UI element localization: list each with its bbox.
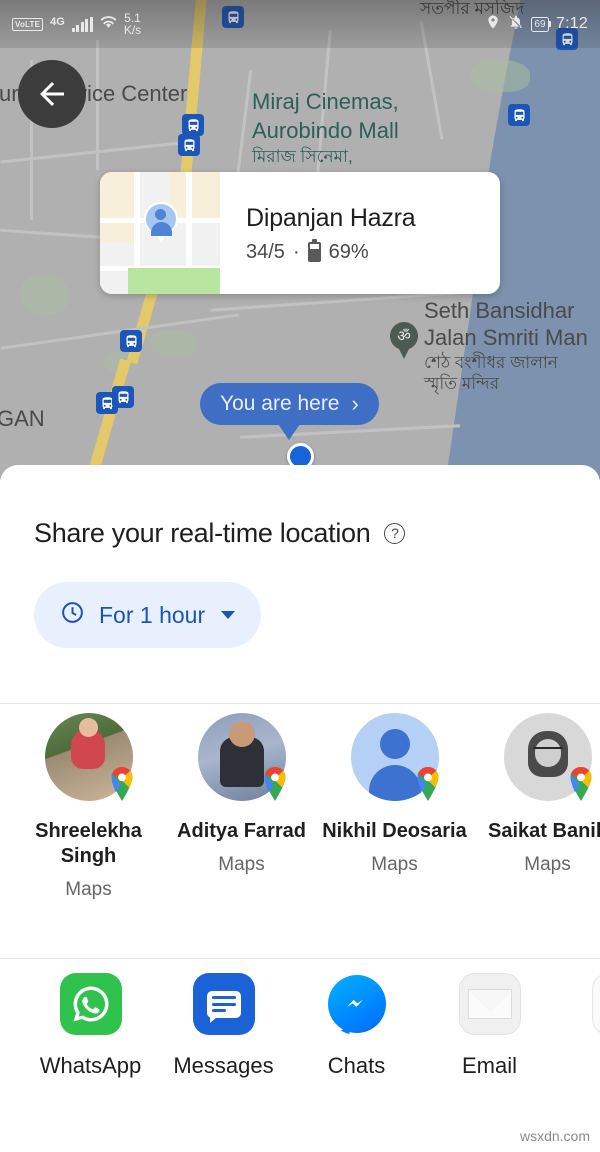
watermark: wsxdn.com <box>519 1128 590 1144</box>
network-speed-unit: K/s <box>123 23 142 37</box>
bus-stop-icon[interactable] <box>120 330 142 352</box>
app-label: Messages <box>173 1053 274 1078</box>
person-card-map-thumbnail <box>100 172 220 294</box>
map-label-gan: GAN <box>0 406 45 431</box>
messenger-icon <box>326 973 388 1035</box>
screen-root: ॐ sung Service Center Miraj Cinemas, Aur… <box>0 0 600 1152</box>
contact-app-label: Maps <box>218 854 265 875</box>
person-pin-icon <box>144 202 178 244</box>
shared-person-card[interactable]: Dipanjan Hazra 34/5 · 69% <box>100 172 500 294</box>
temple-poi-icon[interactable]: ॐ <box>390 322 418 360</box>
wifi-icon <box>100 13 117 35</box>
app-item-whatsapp[interactable]: WhatsApp <box>24 973 157 1079</box>
back-arrow-icon <box>40 82 64 106</box>
bus-stop-icon[interactable] <box>178 134 200 156</box>
contact-item-shreelekha[interactable]: Shreelekha Singh Maps <box>12 713 165 901</box>
contact-item-aditya[interactable]: Aditya Farrad Maps <box>165 713 318 901</box>
status-bar-clock: 7:12 <box>556 15 588 32</box>
notes-icon <box>591 973 600 1035</box>
you-are-here-tail <box>278 424 301 440</box>
app-item-messages[interactable]: Messages <box>157 973 290 1079</box>
bus-stop-icon[interactable] <box>112 386 134 408</box>
you-are-here-label: You are here <box>220 392 340 415</box>
meta-separator: · <box>292 240 300 263</box>
app-label: Email <box>461 1053 517 1078</box>
person-battery-percent: 69% <box>328 240 369 263</box>
sheet-header: Share your real-time location ? <box>0 465 600 549</box>
status-bar: VoLTE 4G 5.1 K/s 69 7:12 <box>0 0 600 48</box>
duration-label: For 1 hour <box>99 601 206 628</box>
contact-item-nikhil[interactable]: Nikhil Deosaria Maps <box>318 713 471 901</box>
contact-name: Shreelekha Singh <box>35 820 142 867</box>
map-label-seth-native-1: শেঠ বংশীধর জালান <box>424 353 558 372</box>
bus-stop-icon[interactable] <box>508 104 530 126</box>
app-label: Chats <box>327 1053 386 1078</box>
volte-icon: VoLTE <box>12 17 44 31</box>
network-type-label: 4G <box>50 16 65 28</box>
battery-icon <box>307 239 321 262</box>
map-label-jalan-smriti: Jalan Smriti Man <box>424 325 588 350</box>
contact-app-label: Maps <box>65 879 112 900</box>
back-button[interactable] <box>18 60 86 128</box>
clock-icon <box>60 600 85 630</box>
map-label-seth-bansidhar: Seth Bansidhar <box>424 298 575 323</box>
email-icon <box>458 973 521 1035</box>
google-maps-pin-icon <box>107 767 137 801</box>
divider <box>0 703 600 704</box>
map-park <box>470 60 530 92</box>
bell-muted-icon <box>508 14 524 35</box>
contact-name: Saikat Banik <box>488 820 600 842</box>
duration-selector-chip[interactable]: For 1 hour <box>34 582 262 648</box>
contact-name: Aditya Farrad <box>177 820 306 842</box>
map-label-miraj-native: মিরাজ সিনেমা, <box>252 147 353 166</box>
signal-bars-icon <box>71 16 93 32</box>
map-park <box>150 330 196 356</box>
location-pin-icon <box>485 14 501 35</box>
map-label-miraj-cinemas: Miraj Cinemas, <box>252 89 399 114</box>
map-label-aurobindo-mall: Aurobindo Mall <box>252 118 399 143</box>
app-item-chats[interactable]: Chats <box>290 973 423 1079</box>
chevron-down-icon <box>221 611 236 619</box>
contact-name: Nikhil Deosaria <box>322 820 467 842</box>
person-name: Dipanjan Hazra <box>246 203 416 232</box>
whatsapp-icon <box>59 973 122 1035</box>
google-maps-pin-icon <box>566 767 596 801</box>
app-item-notes[interactable]: No <box>556 973 600 1079</box>
person-meta-row: 34/5 · 69% <box>246 239 500 264</box>
help-circle-icon[interactable]: ? <box>384 523 406 544</box>
page-title: Share your real-time location <box>34 518 371 548</box>
you-are-here-chip[interactable]: You are here › <box>200 383 379 440</box>
messages-icon <box>192 973 255 1035</box>
app-item-email[interactable]: Email <box>423 973 556 1079</box>
bus-stop-icon[interactable] <box>182 114 204 136</box>
google-maps-pin-icon <box>260 767 290 801</box>
share-location-sheet: Share your real-time location ? For 1 ho… <box>0 465 600 1152</box>
chevron-right-icon: › <box>351 391 359 416</box>
share-apps-row[interactable]: WhatsApp Messages Chats Email <box>0 973 600 1079</box>
battery-level-badge: 69 <box>530 16 552 32</box>
network-speed-indicator: 5.1 K/s <box>124 12 141 36</box>
app-label: WhatsApp <box>39 1053 142 1078</box>
divider <box>0 958 600 959</box>
contact-item-saikat[interactable]: Saikat Banik Maps <box>471 713 600 901</box>
map-label-seth-native-2: স্মৃতি মন্দির <box>424 374 500 393</box>
contact-app-label: Maps <box>371 854 418 875</box>
google-maps-pin-icon <box>413 767 443 801</box>
contacts-row[interactable]: Shreelekha Singh Maps Aditya Farrad Maps… <box>0 713 600 901</box>
person-distance: 34/5 <box>246 240 285 263</box>
map-park <box>20 275 68 315</box>
contact-app-label: Maps <box>524 854 571 875</box>
